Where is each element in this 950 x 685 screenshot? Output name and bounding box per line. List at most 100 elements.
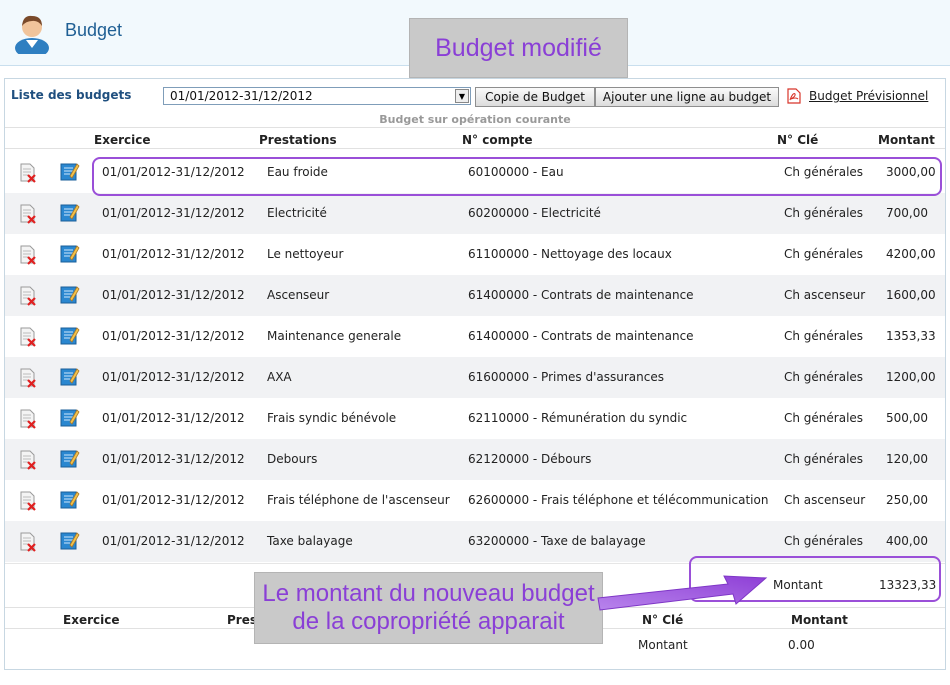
- cell-montant: 1353,33: [886, 329, 936, 343]
- cell-prestation: Frais téléphone de l'ascenseur: [267, 493, 450, 507]
- cell-montant: 250,00: [886, 493, 928, 507]
- cell-exercice: 01/01/2012-31/12/2012: [102, 206, 245, 220]
- cell-prestation: Le nettoyeur: [267, 247, 344, 261]
- cell-exercice: 01/01/2012-31/12/2012: [102, 288, 245, 302]
- cell-montant: 400,00: [886, 534, 928, 548]
- edit-icon[interactable]: [60, 202, 80, 222]
- table-row: 01/01/2012-31/12/2012 Debours 62120000 - D…: [5, 439, 945, 480]
- col-prestations-2: Pres: [227, 613, 257, 627]
- table-row: 01/01/2012-31/12/2012 Frais téléphone de …: [5, 480, 945, 521]
- cell-montant: 500,00: [886, 411, 928, 425]
- cell-exercice: 01/01/2012-31/12/2012: [102, 411, 245, 425]
- cell-prestation: Electricité: [267, 206, 327, 220]
- cell-compte: 62120000 - Débours: [468, 452, 592, 466]
- delete-icon[interactable]: [19, 163, 37, 183]
- cell-compte: 62600000 - Frais téléphone et télécommun…: [468, 493, 769, 507]
- add-budget-line-button[interactable]: Ajouter une ligne au budget: [595, 87, 779, 107]
- edit-icon[interactable]: [60, 448, 80, 468]
- cell-cle: Ch générales: [784, 534, 864, 548]
- copy-budget-button[interactable]: Copie de Budget: [475, 87, 595, 107]
- pdf-icon[interactable]: [787, 88, 801, 104]
- delete-icon[interactable]: [19, 368, 37, 388]
- chevron-down-icon[interactable]: ▼: [455, 89, 469, 103]
- cell-exercice: 01/01/2012-31/12/2012: [102, 370, 245, 384]
- delete-icon[interactable]: [19, 450, 37, 470]
- annotation-line-2: de la copropriété apparait: [292, 608, 565, 635]
- cell-exercice: 01/01/2012-31/12/2012: [102, 452, 245, 466]
- edit-icon[interactable]: [60, 407, 80, 427]
- cell-montant: 700,00: [886, 206, 928, 220]
- cell-prestation: Frais syndic bénévole: [267, 411, 397, 425]
- table-header: Exercice Prestations N° compte N° Clé Mo…: [5, 127, 945, 149]
- delete-icon[interactable]: [19, 204, 37, 224]
- provisional-budget-link[interactable]: Budget Prévisionnel: [809, 89, 928, 103]
- page-title: Budget: [65, 20, 123, 40]
- delete-icon[interactable]: [19, 286, 37, 306]
- table-row: 01/01/2012-31/12/2012 Maintenance general…: [5, 316, 945, 357]
- budget-select[interactable]: 01/01/2012-31/12/2012 ▼: [163, 87, 471, 105]
- table-row: 01/01/2012-31/12/2012 AXA 61600000 - Prime…: [5, 357, 945, 398]
- cell-montant: 120,00: [886, 452, 928, 466]
- cell-cle: Ch ascenseur: [784, 288, 866, 302]
- cell-compte: 62110000 - Rémunération du syndic: [468, 411, 688, 425]
- col-exercice-2: Exercice: [63, 613, 120, 627]
- budget-select-value: 01/01/2012-31/12/2012: [170, 89, 313, 103]
- cell-exercice: 01/01/2012-31/12/2012: [102, 534, 245, 548]
- cell-cle: Ch générales: [784, 452, 864, 466]
- col-cle: N° Clé: [777, 133, 819, 147]
- cell-compte: 61400000 - Contrats de maintenance: [468, 288, 694, 302]
- delete-icon[interactable]: [19, 532, 37, 552]
- cell-compte: 60200000 - Electricité: [468, 206, 601, 220]
- cell-cle: Ch générales: [784, 329, 864, 343]
- budget-toolbar: Liste des budgets 01/01/2012-31/12/2012 …: [5, 79, 945, 111]
- delete-icon[interactable]: [19, 409, 37, 429]
- cell-montant: 1600,00: [886, 288, 936, 302]
- cell-cle: Ch générales: [784, 247, 864, 261]
- edit-icon[interactable]: [60, 325, 80, 345]
- budget-list-label: Liste des budgets: [11, 88, 132, 102]
- cell-prestation: AXA: [267, 370, 292, 384]
- cell-compte: 61100000 - Nettoyage des locaux: [468, 247, 672, 261]
- col-montant: Montant: [878, 133, 935, 147]
- cell-compte: 61400000 - Contrats de maintenance: [468, 329, 694, 343]
- cell-prestation: Ascenseur: [267, 288, 330, 302]
- cell-exercice: 01/01/2012-31/12/2012: [102, 247, 245, 261]
- section-caption-current: Budget sur opération courante: [379, 113, 571, 126]
- delete-icon[interactable]: [19, 245, 37, 265]
- delete-icon[interactable]: [19, 327, 37, 347]
- cell-montant: 4200,00: [886, 247, 936, 261]
- annotation-new-amount: Le montant du nouveau budget de la copro…: [254, 572, 603, 644]
- edit-icon[interactable]: [60, 243, 80, 263]
- highlight-modified-row: [92, 157, 942, 196]
- table-row: 01/01/2012-31/12/2012 Ascenseur 61400000 -…: [5, 275, 945, 316]
- cell-cle: Ch générales: [784, 370, 864, 384]
- cell-prestation: Taxe balayage: [267, 534, 353, 548]
- annotation-budget-modified: Budget modifié: [409, 18, 628, 78]
- user-avatar-icon: [15, 15, 49, 54]
- delete-icon[interactable]: [19, 491, 37, 511]
- cell-cle: Ch générales: [784, 206, 864, 220]
- table-row: 01/01/2012-31/12/2012 Frais syndic bénévo…: [5, 398, 945, 439]
- total-label-2: Montant: [638, 638, 688, 652]
- cell-prestation: Maintenance generale: [267, 329, 402, 343]
- col-prestations: Prestations: [259, 133, 337, 147]
- table-row: 01/01/2012-31/12/2012 Le nettoyeur 6110000…: [5, 234, 945, 275]
- highlight-total: [689, 556, 941, 602]
- edit-icon[interactable]: [60, 284, 80, 304]
- col-compte: N° compte: [462, 133, 533, 147]
- cell-exercice: 01/01/2012-31/12/2012: [102, 493, 245, 507]
- cell-compte: 63200000 - Taxe de balayage: [468, 534, 646, 548]
- cell-cle: Ch générales: [784, 411, 864, 425]
- cell-prestation: Debours: [267, 452, 318, 466]
- edit-icon[interactable]: [60, 489, 80, 509]
- edit-icon[interactable]: [60, 161, 80, 181]
- cell-cle: Ch ascenseur: [784, 493, 866, 507]
- edit-icon[interactable]: [60, 366, 80, 386]
- edit-icon[interactable]: [60, 530, 80, 550]
- cell-exercice: 01/01/2012-31/12/2012: [102, 329, 245, 343]
- annotation-line-1: Le montant du nouveau budget: [262, 580, 595, 607]
- col-cle-2: N° Clé: [642, 613, 684, 627]
- cell-montant: 1200,00: [886, 370, 936, 384]
- col-exercice: Exercice: [94, 133, 151, 147]
- total-value-2: 0.00: [788, 638, 815, 652]
